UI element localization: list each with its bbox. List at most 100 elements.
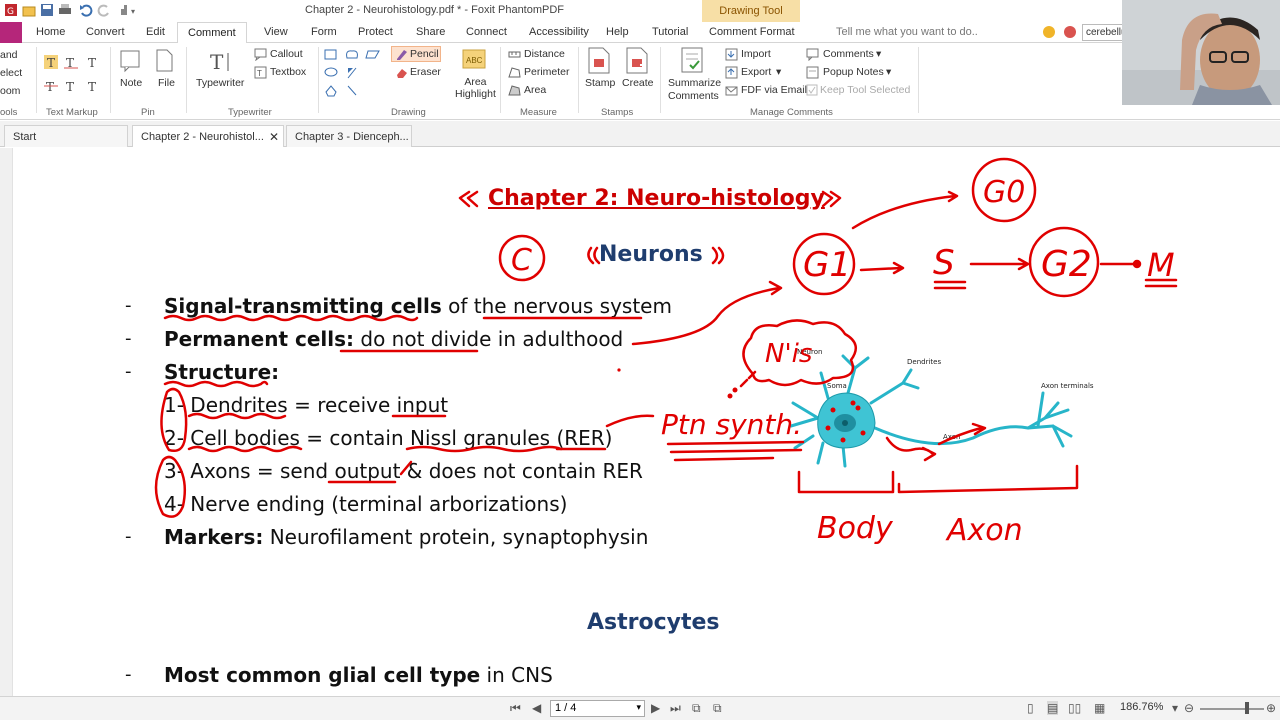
popup-notes-dropdown-arrow[interactable]: ▾ <box>886 66 891 78</box>
pdf-page[interactable]: Chapter 2: Neuro-histology Neurons - Sig… <box>12 148 1280 696</box>
zoom-dropdown-arrow[interactable]: ▾ <box>1172 701 1178 715</box>
callout-icon[interactable] <box>254 48 267 61</box>
previous-view-icon[interactable]: ⧉ <box>692 701 701 716</box>
doc-tab-start[interactable]: Start <box>4 125 128 147</box>
comments-dropdown[interactable]: Comments <box>823 48 874 60</box>
tab-tutorial[interactable]: Tutorial <box>652 26 688 38</box>
soma-label: Soma <box>827 382 847 390</box>
tab-connect[interactable]: Connect <box>466 26 507 38</box>
doc-tab-chapter-3[interactable]: Chapter 3 - Dienceph... <box>286 125 412 147</box>
close-tab-icon[interactable]: ✕ <box>269 130 279 144</box>
tab-accessibility[interactable]: Accessibility <box>529 26 589 38</box>
left-cut-label-3[interactable]: oom <box>0 85 20 97</box>
tell-me-search[interactable]: Tell me what you want to do.. <box>836 26 978 38</box>
file-attach-icon[interactable] <box>155 49 175 73</box>
feedback-smile-icon[interactable] <box>1043 26 1055 38</box>
area-highlight-button[interactable]: Area Highlight <box>455 76 496 100</box>
tab-share[interactable]: Share <box>416 26 445 38</box>
next-page-icon[interactable]: ▶ <box>651 701 660 715</box>
import-button[interactable]: Import <box>741 48 771 60</box>
tab-convert[interactable]: Convert <box>86 26 125 38</box>
print-icon[interactable] <box>58 3 72 17</box>
first-page-icon[interactable]: ⏮ <box>510 701 521 716</box>
redo-icon[interactable] <box>97 3 111 17</box>
zoom-slider[interactable] <box>1200 708 1264 710</box>
keep-tool-checkbox[interactable] <box>806 84 819 97</box>
zoom-out-icon[interactable]: ⊖ <box>1184 701 1194 715</box>
typewriter-icon[interactable]: T <box>208 49 234 73</box>
tab-view[interactable]: View <box>264 26 288 38</box>
doc-tab-chapter-2[interactable]: Chapter 2 - Neurohistol... ✕ <box>132 125 284 147</box>
feedback-frown-icon[interactable] <box>1064 26 1076 38</box>
single-page-view-icon[interactable]: ▯ <box>1027 701 1034 715</box>
svg-text:ABC: ABC <box>466 56 483 65</box>
popup-notes-dropdown[interactable]: Popup Notes <box>823 66 884 78</box>
perimeter-icon[interactable] <box>508 66 521 79</box>
save-icon[interactable] <box>40 3 54 17</box>
area-highlight-icon[interactable]: ABC <box>462 49 486 71</box>
comments-dropdown-arrow[interactable]: ▾ <box>876 48 881 60</box>
left-cut-label-2[interactable]: elect <box>0 67 22 79</box>
comments-icon[interactable] <box>806 48 819 61</box>
import-icon[interactable] <box>725 48 738 61</box>
page-number-input[interactable]: 1 / 4 ▾ <box>550 700 645 717</box>
distance-button[interactable]: Distance <box>524 48 565 60</box>
distance-icon[interactable] <box>508 48 521 61</box>
summarize-comments-button[interactable]: Summarize Comments <box>668 77 721 103</box>
zoom-in-icon[interactable]: ⊕ <box>1266 701 1276 715</box>
note-button[interactable]: Note <box>120 77 142 89</box>
tab-comment[interactable]: Comment <box>177 22 247 44</box>
tab-home[interactable]: Home <box>36 26 65 38</box>
tab-comment-format[interactable]: Comment Format <box>709 26 795 38</box>
fdf-via-email-button[interactable]: FDF via Email <box>741 84 807 96</box>
file-button[interactable]: File <box>158 77 175 89</box>
keep-tool-selected-option[interactable]: Keep Tool Selected <box>820 84 910 96</box>
create-stamp-icon[interactable] <box>624 47 650 75</box>
app-logo-icon[interactable]: G <box>4 3 18 17</box>
perimeter-button[interactable]: Perimeter <box>524 66 570 78</box>
textbox-icon[interactable]: T <box>254 66 267 79</box>
left-cut-label-1[interactable]: and <box>0 49 18 61</box>
zoom-level[interactable]: 186.76% <box>1120 701 1163 713</box>
annot-s: S <box>933 243 955 283</box>
zoom-slider-thumb[interactable] <box>1245 702 1249 714</box>
export-icon[interactable] <box>725 66 738 79</box>
summarize-comments-icon[interactable] <box>680 47 706 75</box>
popup-notes-icon[interactable] <box>806 66 819 79</box>
file-menu-tab[interactable] <box>0 22 22 43</box>
page-dropdown-arrow[interactable]: ▾ <box>636 702 641 713</box>
tab-edit[interactable]: Edit <box>146 26 165 38</box>
fdf-email-icon[interactable] <box>725 84 738 97</box>
drawing-tool-context-tab[interactable]: Drawing Tool <box>702 0 800 22</box>
tab-help[interactable]: Help <box>606 26 629 38</box>
facing-view-icon[interactable]: ▯▯ <box>1068 701 1081 715</box>
textbox-button[interactable]: Textbox <box>270 66 306 78</box>
note-icon[interactable] <box>120 49 142 73</box>
navigation-pane-collapsed[interactable] <box>0 148 12 696</box>
create-button[interactable]: Create <box>622 77 654 89</box>
area-button[interactable]: Area <box>524 84 546 96</box>
callout-button[interactable]: Callout <box>270 48 303 60</box>
text-markup-icons[interactable]: T T T T T T <box>44 55 104 99</box>
area-icon[interactable] <box>508 84 521 97</box>
continuous-facing-view-icon[interactable]: ▦ <box>1094 701 1105 715</box>
stamp-icon[interactable] <box>586 47 612 75</box>
tab-protect[interactable]: Protect <box>358 26 393 38</box>
stamp-button[interactable]: Stamp <box>585 77 615 89</box>
typewriter-button[interactable]: Typewriter <box>196 77 244 89</box>
last-page-icon[interactable]: ⏭ <box>670 701 681 716</box>
export-dropdown-arrow[interactable]: ▾ <box>776 66 781 78</box>
open-icon[interactable] <box>22 3 36 17</box>
pencil-icon[interactable] <box>395 48 408 61</box>
pencil-button[interactable]: Pencil <box>410 48 439 60</box>
shape-tools-icons[interactable] <box>324 48 386 100</box>
eraser-icon[interactable] <box>395 66 408 79</box>
eraser-button[interactable]: Eraser <box>410 66 441 78</box>
undo-icon[interactable] <box>79 3 93 17</box>
tab-form[interactable]: Form <box>311 26 337 38</box>
next-view-icon[interactable]: ⧉ <box>713 701 722 716</box>
hand-tool-icon[interactable]: ▾ <box>118 3 140 17</box>
export-button[interactable]: Export <box>741 66 771 78</box>
continuous-view-icon[interactable]: ▤ <box>1047 701 1059 715</box>
prev-page-icon[interactable]: ◀ <box>532 701 541 715</box>
